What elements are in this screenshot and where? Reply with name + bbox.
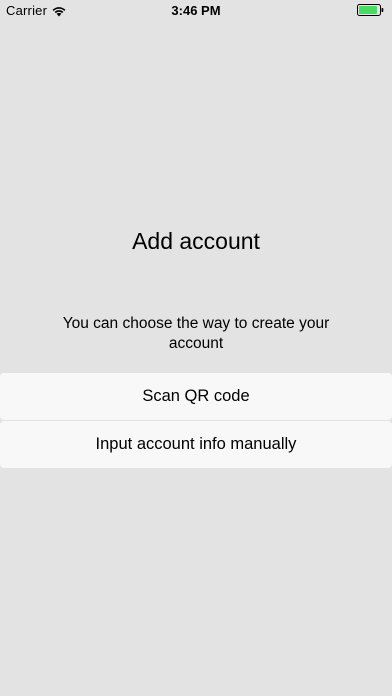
input-account-manually-label: Input account info manually [95,435,297,453]
scan-qr-code-label: Scan QR code [142,387,250,405]
battery-icon [357,4,384,16]
page-title: Add account [132,228,260,254]
page-subtitle: You can choose the way to create your ac… [62,315,330,352]
input-account-manually-button[interactable]: Input account info manually [0,421,392,468]
scan-qr-code-button[interactable]: Scan QR code [0,373,392,420]
status-bar: Carrier 3:46 PM [0,0,392,22]
status-time: 3:46 PM [171,3,221,18]
